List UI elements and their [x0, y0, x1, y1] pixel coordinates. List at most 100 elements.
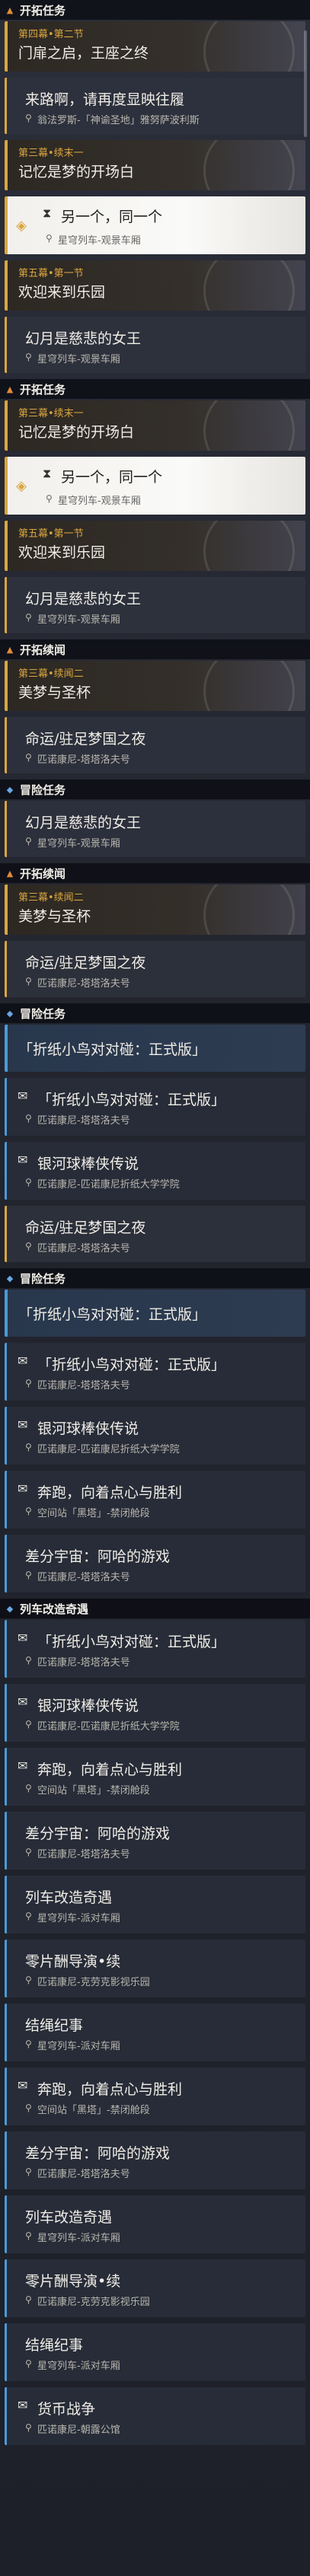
section-header: ▲ 开拓续闻	[0, 863, 310, 883]
quest-chapter: 第三幕•续闻二	[18, 892, 84, 904]
quest-location: 星穹列车-观景车厢	[58, 496, 141, 507]
trailblaze-icon: ▲	[6, 384, 14, 394]
quest-card[interactable]: ✉ 银河球棒侠传说 ⚲ 匹诺康尼-匹诺康尼折纸大学学院	[5, 1407, 305, 1465]
quest-location: 匹诺康尼-匹诺康尼折纸大学学院	[37, 1721, 180, 1733]
quest-card[interactable]: 幻月是慈悲的女王 ⚲ 星穹列车-观景车厢	[5, 801, 305, 857]
quest-location: 匹诺康尼-克劳克影视乐园	[37, 1977, 150, 1988]
quest-title: 结绳纪事	[25, 2337, 84, 2354]
section-header: ▲ 开拓任务	[0, 379, 310, 399]
paper-bird-icon: ✉	[18, 1417, 28, 1432]
hourglass-icon: ⧗	[43, 206, 52, 220]
quest-title: 「折纸小鸟对对碰：正式版」	[37, 1634, 226, 1650]
location-pin-icon: ⚲	[46, 233, 53, 244]
quest-card[interactable]: 命运/驻足梦国之夜 ⚲ 匹诺康尼-塔塔洛夫号	[5, 941, 305, 997]
tracking-badge-icon: ◈	[16, 217, 27, 234]
quest-chapter: 第三幕•续闻二	[18, 668, 84, 680]
emblem-decoration	[203, 521, 295, 571]
quest-location: 星穹列车-派对车厢	[37, 2233, 120, 2244]
quest-card[interactable]: 幻月是慈悲的女王 ⚲ 星穹列车-观景车厢	[5, 317, 305, 373]
quest-location: 匹诺康尼-塔塔洛夫号	[37, 978, 130, 990]
quest-card[interactable]: 零片酬导演•续 ⚲ 匹诺康尼-克劳克影视乐园	[5, 2259, 305, 2317]
quest-card[interactable]: 结绳纪事 ⚲ 星穹列车-派对车厢	[5, 2323, 305, 2381]
quest-title: 命运/驻足梦国之夜	[25, 1219, 146, 1236]
tracking-badge-icon: ◈	[16, 477, 27, 494]
quest-title: 另一个，同一个	[61, 209, 163, 225]
quest-location: 匹诺康尼-克劳克影视乐园	[37, 2297, 150, 2308]
section-header-label: 冒险任务	[20, 1271, 66, 1286]
quest-title: 欢迎来到乐园	[18, 284, 106, 301]
section-header-label: 冒险任务	[20, 1006, 66, 1021]
section-header-label: 开拓续闻	[20, 866, 66, 881]
quest-card[interactable]: 第三幕•续末一 记忆是梦的开场白	[5, 140, 305, 190]
quest-card[interactable]: ◈ ⧗ 另一个，同一个 ⚲ 星穹列车-观景车厢	[5, 196, 305, 254]
quest-card[interactable]: ◈ ⧗ 另一个，同一个 ⚲ 星穹列车-观景车厢	[5, 457, 305, 515]
quest-card[interactable]: ✉ 奔跑，向着点心与胜利 ⚲ 空间站「黑塔」-禁闭舱段	[5, 1748, 305, 1806]
location-pin-icon: ⚲	[25, 612, 32, 623]
quest-card[interactable]: 「折纸小鸟对对碰：正式版」	[5, 1025, 305, 1072]
quest-card[interactable]: 第五幕•第一节 欢迎来到乐园	[5, 521, 305, 571]
quest-card[interactable]: ✉ 奔跑，向着点心与胜利 ⚲ 空间站「黑塔」-禁闭舱段	[5, 1471, 305, 1529]
quest-title: 差分宇宙：阿哈的游戏	[25, 2145, 171, 2162]
hourglass-icon: ⧗	[43, 466, 52, 480]
quest-card[interactable]: 列车改造奇遇 ⚲ 星穹列车-派对车厢	[5, 2195, 305, 2253]
scrollbar[interactable]	[304, 30, 307, 137]
quest-title: 命运/驻足梦国之夜	[25, 731, 146, 748]
quest-chapter: 第四幕•第二节	[18, 29, 84, 40]
quest-card[interactable]: ✉ 货币战争 ⚲ 匹诺康尼-朝露公馆	[5, 2387, 305, 2445]
quest-card[interactable]: ✉ 「折纸小鸟对对碰：正式版」 ⚲ 匹诺康尼-塔塔洛夫号	[5, 1078, 305, 1136]
quest-title: 幻月是慈悲的女王	[25, 815, 142, 831]
location-pin-icon: ⚲	[25, 113, 32, 123]
quest-title: 记忆是梦的开场白	[18, 164, 135, 180]
location-pin-icon: ⚲	[46, 493, 53, 504]
quest-title: 来路啊，请再度显映往履	[25, 91, 185, 108]
quest-card[interactable]: ✉ 银河球棒侠传说 ⚲ 匹诺康尼-匹诺康尼折纸大学学院	[5, 1142, 305, 1200]
location-pin-icon: ⚲	[25, 976, 32, 987]
section-header: ◆ 列车改造奇遇	[0, 1599, 310, 1618]
quest-chapter: 第三幕•续末一	[18, 408, 84, 419]
quest-location: 匹诺康尼-塔塔洛夫号	[37, 754, 130, 766]
location-pin-icon: ⚲	[25, 2358, 32, 2369]
quest-card[interactable]: 第四幕•第二节 门扉之启，王座之终	[5, 21, 305, 72]
quest-card[interactable]: 第五幕•第一节 欢迎来到乐园	[5, 260, 305, 311]
quest-card[interactable]: 「折纸小鸟对对碰：正式版」	[5, 1290, 305, 1337]
location-pin-icon: ⚲	[25, 1113, 32, 1124]
section-header-label: 开拓续闻	[20, 642, 66, 657]
quest-card[interactable]: 来路啊，请再度显映往履 ⚲ 翁法罗斯-「神谕圣地」雅努萨波利斯	[5, 78, 305, 134]
adventure-icon: ◆	[6, 1273, 14, 1283]
quest-location: 空间站「黑塔」-禁闭舱段	[37, 2105, 150, 2116]
quest-location: 星穹列车-观景车厢	[37, 838, 120, 850]
section-header: ◆ 冒险任务	[0, 1268, 310, 1288]
location-pin-icon: ⚲	[25, 1975, 32, 1985]
quest-card[interactable]: 差分宇宙：阿哈的游戏 ⚲ 匹诺康尼-塔塔洛夫号	[5, 2131, 305, 2189]
quest-card[interactable]: 第三幕•续闻二 美梦与圣杯	[5, 661, 305, 711]
quest-card[interactable]: 列车改造奇遇 ⚲ 星穹列车-派对车厢	[5, 1876, 305, 1934]
quest-card[interactable]: 差分宇宙：阿哈的游戏 ⚲ 匹诺康尼-塔塔洛夫号	[5, 1535, 305, 1592]
quest-title: 命运/驻足梦国之夜	[25, 955, 146, 971]
quest-card[interactable]: 第三幕•续闻二 美梦与圣杯	[5, 885, 305, 935]
quest-card[interactable]: 结绳纪事 ⚲ 星穹列车-派对车厢	[5, 2004, 305, 2061]
quest-card[interactable]: 幻月是慈悲的女王 ⚲ 星穹列车-观景车厢	[5, 577, 305, 633]
emblem-decoration	[203, 400, 295, 451]
quest-title: 奔跑，向着点心与胜利	[37, 1761, 183, 1778]
location-pin-icon: ⚲	[25, 1442, 32, 1452]
location-pin-icon: ⚲	[25, 1847, 32, 1857]
quest-card[interactable]: 命运/驻足梦国之夜 ⚲ 匹诺康尼-塔塔洛夫号	[5, 1206, 305, 1262]
quest-title: 差分宇宙：阿哈的游戏	[25, 1548, 171, 1565]
quest-card[interactable]: 第三幕•续末一 记忆是梦的开场白	[5, 400, 305, 451]
quest-card[interactable]: 差分宇宙：阿哈的游戏 ⚲ 匹诺康尼-塔塔洛夫号	[5, 1812, 305, 1870]
paper-bird-icon: ✉	[18, 1481, 28, 1496]
location-pin-icon: ⚲	[25, 752, 32, 763]
quest-card[interactable]: ✉ 「折纸小鸟对对碰：正式版」 ⚲ 匹诺康尼-塔塔洛夫号	[5, 1343, 305, 1401]
quest-title: 银河球棒侠传说	[37, 1420, 139, 1437]
section-header-label: 冒险任务	[20, 783, 66, 797]
quest-card[interactable]: 零片酬导演•续 ⚲ 匹诺康尼-克劳克影视乐园	[5, 1940, 305, 1997]
location-pin-icon: ⚲	[25, 2230, 32, 2241]
quest-card[interactable]: ✉ 奔跑，向着点心与胜利 ⚲ 空间站「黑塔」-禁闭舱段	[5, 2067, 305, 2125]
quest-card[interactable]: ✉ 「折纸小鸟对对碰：正式版」 ⚲ 匹诺康尼-塔塔洛夫号	[5, 1620, 305, 1678]
trailblaze-icon: ▲	[6, 868, 14, 878]
quest-location: 空间站「黑塔」-禁闭舱段	[37, 1508, 150, 1519]
quest-location: 星穹列车-派对车厢	[37, 1913, 120, 1924]
paper-bird-icon: ✉	[18, 2078, 28, 2093]
quest-card[interactable]: ✉ 银河球棒侠传说 ⚲ 匹诺康尼-匹诺康尼折纸大学学院	[5, 1684, 305, 1742]
quest-card[interactable]: 命运/驻足梦国之夜 ⚲ 匹诺康尼-塔塔洛夫号	[5, 717, 305, 773]
